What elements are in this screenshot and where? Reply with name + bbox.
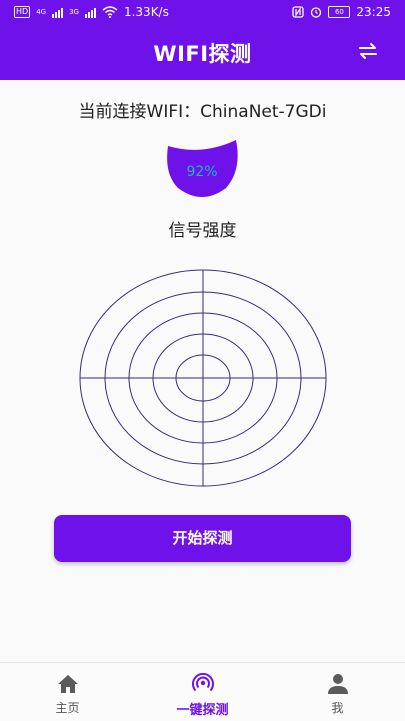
tab-home-label: 主页 — [55, 701, 80, 715]
net-type-1: 4G — [36, 8, 47, 16]
battery-icon: 60 — [328, 6, 351, 18]
net-type-2: 3G — [69, 8, 79, 16]
status-right: 60 23:25 — [292, 5, 391, 19]
home-icon — [57, 675, 78, 693]
signal-percent: 92% — [186, 164, 218, 180]
radar-graphic — [79, 269, 327, 487]
status-left: HD 4G 3G 1.33K/s — [14, 5, 169, 19]
page-title: WIFI探测 — [153, 42, 252, 66]
cell-signal-icon-2 — [84, 7, 96, 18]
signal-gauge: 92% — [162, 140, 242, 200]
start-detect-button[interactable]: 开始探测 — [54, 515, 351, 562]
wifi-status-icon — [102, 6, 118, 18]
title-bar: WIFI探测 — [0, 28, 405, 74]
tab-me[interactable]: 我 — [270, 663, 405, 721]
swap-arrows-icon[interactable] — [357, 40, 379, 62]
status-bar: HD 4G 3G 1.33K/s 60 23:25 — [0, 0, 405, 26]
signal-strength-label: 信号强度 — [168, 221, 237, 241]
alarm-icon — [311, 7, 322, 18]
wifi-radar-icon — [191, 673, 214, 692]
app-header: HD 4G 3G 1.33K/s 60 23:25 WIFI探测 — [0, 0, 405, 80]
cell-signal-icon — [52, 7, 64, 18]
tab-me-label: 我 — [331, 701, 344, 715]
nfc-icon — [292, 6, 305, 18]
tab-one-click-detect[interactable]: 一键探测 — [135, 663, 270, 721]
hd-badge: HD — [14, 6, 31, 18]
bottom-tab-bar: 主页 一键探测 我 — [0, 662, 405, 721]
tab-home[interactable]: 主页 — [0, 663, 135, 721]
person-icon — [327, 674, 348, 694]
clock: 23:25 — [356, 5, 391, 19]
net-speed: 1.33K/s — [123, 5, 169, 19]
tab-detect-label: 一键探测 — [176, 703, 229, 718]
connection-info: 当前连接WIFI：ChinaNet-7GDi — [78, 102, 327, 122]
